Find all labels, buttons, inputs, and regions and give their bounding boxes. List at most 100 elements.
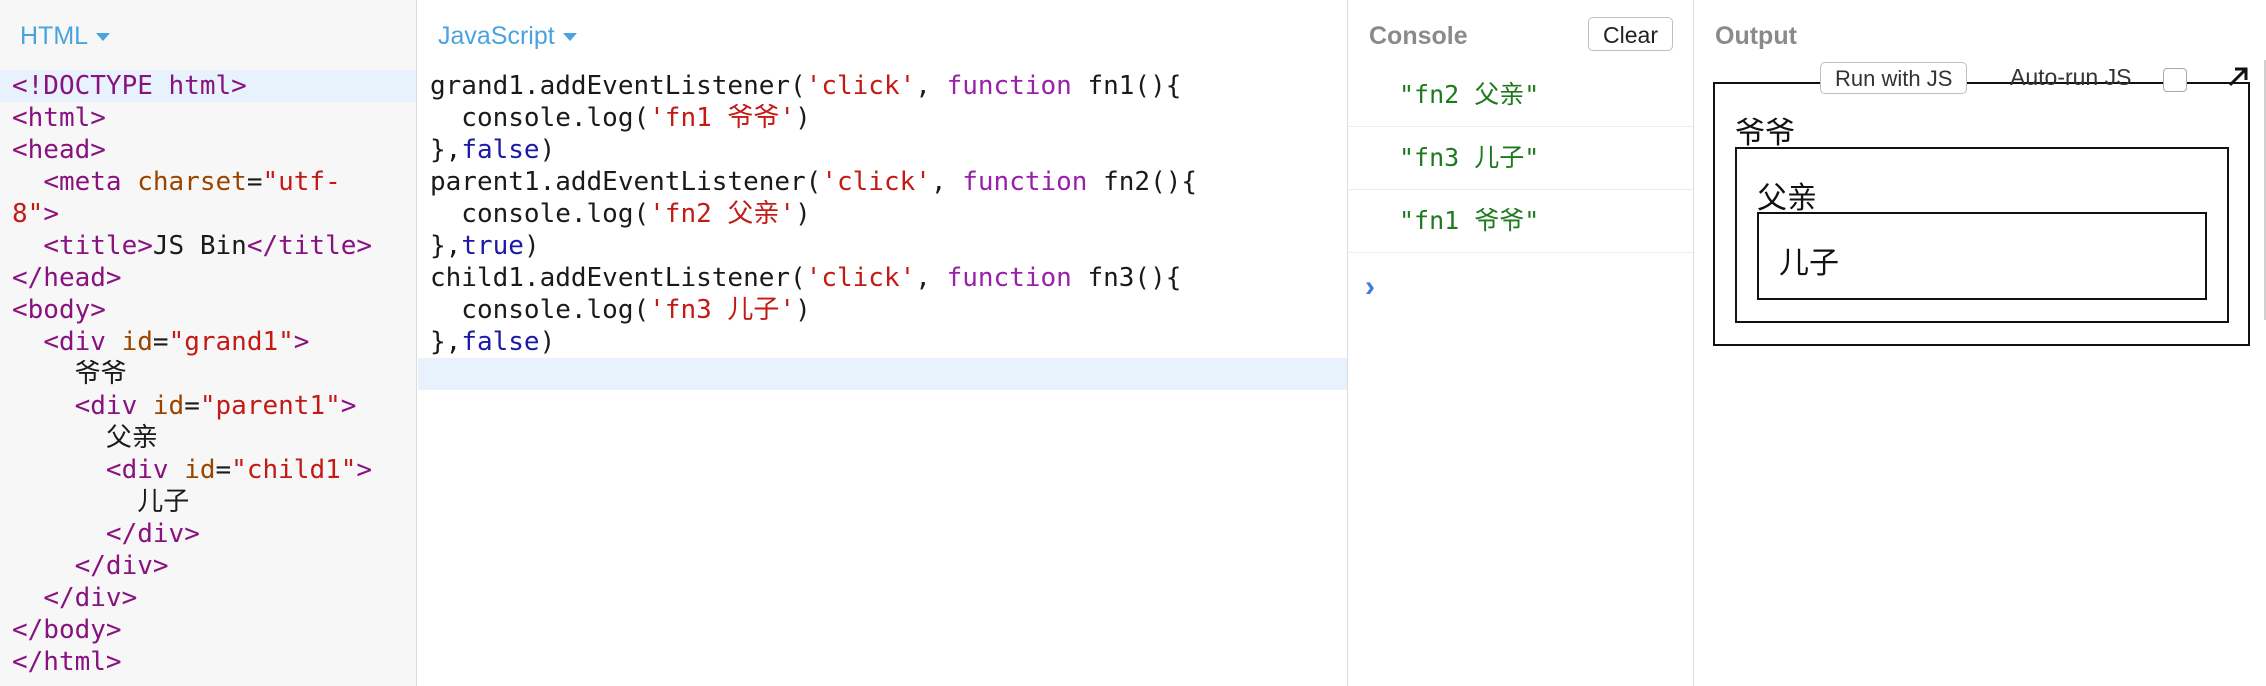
js-code-token: function bbox=[962, 167, 1088, 197]
html-code-token: <!DOCTYPE html> bbox=[12, 71, 247, 101]
parent1-text: 父亲 bbox=[1757, 182, 1817, 215]
html-code-token: </div> bbox=[105, 519, 200, 549]
html-code-line: </body> bbox=[0, 614, 416, 646]
console-entry: "fn1 爷爷" bbox=[1349, 190, 1693, 253]
js-code-token: }, bbox=[430, 135, 462, 165]
js-code-token: }, bbox=[430, 231, 462, 261]
html-code-token bbox=[12, 455, 106, 485]
js-code-token: fn2(){ bbox=[1087, 167, 1198, 197]
child1-text: 儿子 bbox=[1779, 247, 1839, 280]
html-code-token: 父亲 bbox=[12, 423, 158, 453]
console-title: Console bbox=[1369, 22, 1468, 50]
html-code-token: <body> bbox=[12, 295, 106, 325]
js-code-token: false bbox=[461, 327, 540, 357]
console-entry: "fn3 儿子" bbox=[1349, 127, 1693, 190]
html-code-token: > bbox=[43, 199, 59, 229]
jsbin-app: HTML <!DOCTYPE html> <html> <head> <meta c… bbox=[0, 0, 2266, 686]
js-code-token: 'click' bbox=[821, 167, 931, 197]
console-panel: Console Clear "fn2 父亲" "fn3 儿子" "fn1 爷爷" › bbox=[1349, 0, 1694, 686]
html-code-line: <head> bbox=[0, 134, 416, 166]
html-code-token: 爷爷 bbox=[12, 359, 127, 389]
chevron-down-icon bbox=[562, 33, 577, 42]
child1-div[interactable]: 儿子 bbox=[1757, 212, 2207, 300]
clear-button[interactable]: Clear bbox=[1588, 17, 1673, 51]
js-code-token: grand1.addEventListener( bbox=[430, 71, 806, 101]
js-code-line: console.log('fn2 父亲') bbox=[418, 198, 1347, 230]
html-code-line: <div id="grand1"> bbox=[0, 326, 416, 358]
console-log-list: "fn2 父亲" "fn3 儿子" "fn1 爷爷" bbox=[1349, 64, 1693, 253]
run-with-js-button[interactable]: Run with JS bbox=[1820, 62, 1968, 94]
html-code-token: <head> bbox=[12, 135, 106, 165]
js-code-token: console.log( bbox=[430, 103, 650, 133]
html-code-token: = bbox=[152, 327, 169, 357]
html-code-line: <html> bbox=[0, 102, 416, 134]
html-code-token: "child1" bbox=[231, 455, 357, 485]
html-code-line: 儿子 bbox=[0, 486, 416, 518]
js-code-token: ) bbox=[795, 103, 811, 133]
html-code-line: <body> bbox=[0, 294, 416, 326]
expand-icon[interactable] bbox=[2225, 64, 2251, 90]
grand1-div[interactable]: 爷爷 父亲 儿子 bbox=[1713, 82, 2250, 346]
js-code-token: parent1.addEventListener( bbox=[430, 167, 822, 197]
js-code-line bbox=[418, 358, 1347, 390]
js-code-token: 'click' bbox=[805, 71, 916, 101]
html-panel: HTML <!DOCTYPE html> <html> <head> <meta c… bbox=[0, 0, 417, 686]
html-code-line: <!DOCTYPE html> bbox=[0, 70, 416, 102]
html-code-token: = bbox=[184, 391, 200, 421]
javascript-panel-menu[interactable]: JavaScript bbox=[438, 22, 577, 51]
html-code-token: > bbox=[293, 327, 310, 357]
js-code-token: 'click' bbox=[805, 263, 916, 293]
js-code-line: child1.addEventListener('click', functio… bbox=[418, 262, 1347, 294]
html-code-token: = bbox=[215, 455, 232, 485]
js-code-line: parent1.addEventListener('click', functi… bbox=[418, 166, 1347, 198]
html-code-token: = bbox=[246, 167, 263, 197]
javascript-code-editor[interactable]: grand1.addEventListener('click', functio… bbox=[418, 70, 1347, 390]
js-code-token: , bbox=[915, 71, 947, 101]
console-entry: "fn2 父亲" bbox=[1349, 64, 1693, 127]
html-code-token bbox=[12, 231, 43, 261]
html-panel-menu[interactable]: HTML bbox=[20, 22, 111, 51]
javascript-panel-label: JavaScript bbox=[438, 22, 555, 50]
javascript-panel: JavaScript grand1.addEventListener('clic… bbox=[418, 0, 1348, 686]
grand1-text: 爷爷 bbox=[1735, 117, 1795, 150]
parent1-div[interactable]: 父亲 儿子 bbox=[1735, 147, 2229, 323]
html-code-line: 爷爷 bbox=[0, 358, 416, 390]
js-code-line: console.log('fn3 儿子') bbox=[418, 294, 1347, 326]
html-code-line: </div> bbox=[0, 518, 416, 550]
html-code-token: 8" bbox=[12, 199, 44, 229]
js-code-token: ) bbox=[539, 327, 556, 357]
html-code-token: id bbox=[184, 455, 216, 485]
js-code-token: fn1(){ bbox=[1071, 71, 1182, 101]
output-title: Output bbox=[1715, 22, 1797, 50]
html-code-token: <meta bbox=[43, 167, 138, 197]
js-code-token: true bbox=[461, 231, 524, 261]
js-code-token: fn3(){ bbox=[1071, 263, 1182, 293]
html-code-token: <html> bbox=[12, 103, 106, 133]
console-prompt-icon[interactable]: › bbox=[1365, 270, 1375, 304]
html-code-token: </body> bbox=[12, 615, 122, 645]
js-code-token: }, bbox=[430, 327, 462, 357]
js-code-token: false bbox=[461, 135, 540, 165]
html-panel-label: HTML bbox=[20, 22, 89, 50]
html-code-token: JS Bin bbox=[152, 231, 247, 261]
html-code-token bbox=[12, 391, 75, 421]
html-code-line: 8"> bbox=[0, 198, 416, 230]
js-code-token: , bbox=[930, 167, 963, 197]
js-code-line: },true) bbox=[418, 230, 1347, 262]
html-code-token: <title> bbox=[43, 231, 153, 261]
html-code-token: id bbox=[152, 391, 185, 421]
html-code-token: <div bbox=[43, 327, 122, 357]
html-code-token: 儿子 bbox=[12, 487, 190, 517]
html-code-line: <title>JS Bin</title> bbox=[0, 230, 416, 262]
auto-run-checkbox[interactable] bbox=[2163, 68, 2187, 92]
html-code-token: > bbox=[340, 391, 357, 421]
chevron-down-icon bbox=[96, 33, 111, 42]
js-code-token: 'fn1 爷爷' bbox=[649, 103, 796, 133]
js-code-line: grand1.addEventListener('click', functio… bbox=[418, 70, 1347, 102]
html-code-token bbox=[12, 583, 43, 613]
js-code-token: child1.addEventListener( bbox=[430, 263, 806, 293]
html-code-editor[interactable]: <!DOCTYPE html> <html> <head> <meta charse… bbox=[0, 70, 416, 678]
js-code-token: console.log( bbox=[430, 295, 650, 325]
js-code-line: console.log('fn1 爷爷') bbox=[418, 102, 1347, 134]
html-code-token: </title> bbox=[246, 231, 373, 261]
